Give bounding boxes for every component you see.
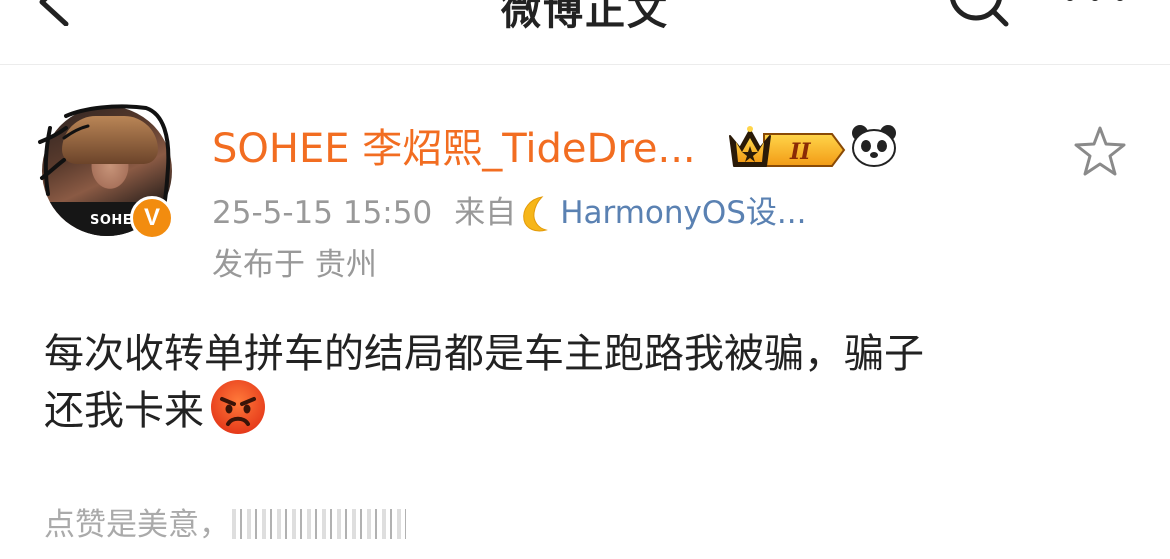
post-timestamp: 25-5-15 15:50: [212, 195, 433, 231]
footer-text: 点赞是美意，: [44, 507, 230, 543]
search-icon[interactable]: [944, 0, 1012, 30]
author-avatar-block[interactable]: SOHEE V: [36, 98, 176, 240]
post-text-line: 每次收转单拼车的结局都是车主跑路我被骗，骗子: [44, 331, 924, 377]
angry-face-emoji-icon: [211, 380, 265, 434]
redacted-text-block: [232, 509, 406, 539]
more-dots-icon[interactable]: [1060, 0, 1130, 6]
star-outline-icon[interactable]: [1072, 124, 1128, 178]
author-name[interactable]: SOHEE 李炤熙_TideDre...: [212, 124, 696, 174]
top-nav-bar: 微博正文: [0, 0, 1170, 65]
post-location: 发布于 贵州: [212, 247, 377, 283]
post-body: 每次收转单拼车的结局都是车主跑路我被骗，骗子 还我卡来: [44, 326, 1134, 440]
source-link[interactable]: HarmonyOS设...: [560, 195, 806, 231]
crown-level-badge-icon[interactable]: II: [728, 124, 846, 170]
moon-icon: [523, 196, 549, 232]
post-text-segment: 还我卡来: [44, 388, 204, 434]
footer-note: 点赞是美意，: [44, 505, 406, 545]
post-text-line: 还我卡来: [44, 380, 1134, 440]
verified-badge: V: [130, 196, 174, 240]
post-meta: 25-5-15 15:50 来自 HarmonyOS设...: [212, 193, 807, 233]
crown-level-text: II: [789, 139, 811, 165]
panda-badge-icon: [852, 125, 896, 167]
source-prefix: 来自: [454, 195, 517, 231]
